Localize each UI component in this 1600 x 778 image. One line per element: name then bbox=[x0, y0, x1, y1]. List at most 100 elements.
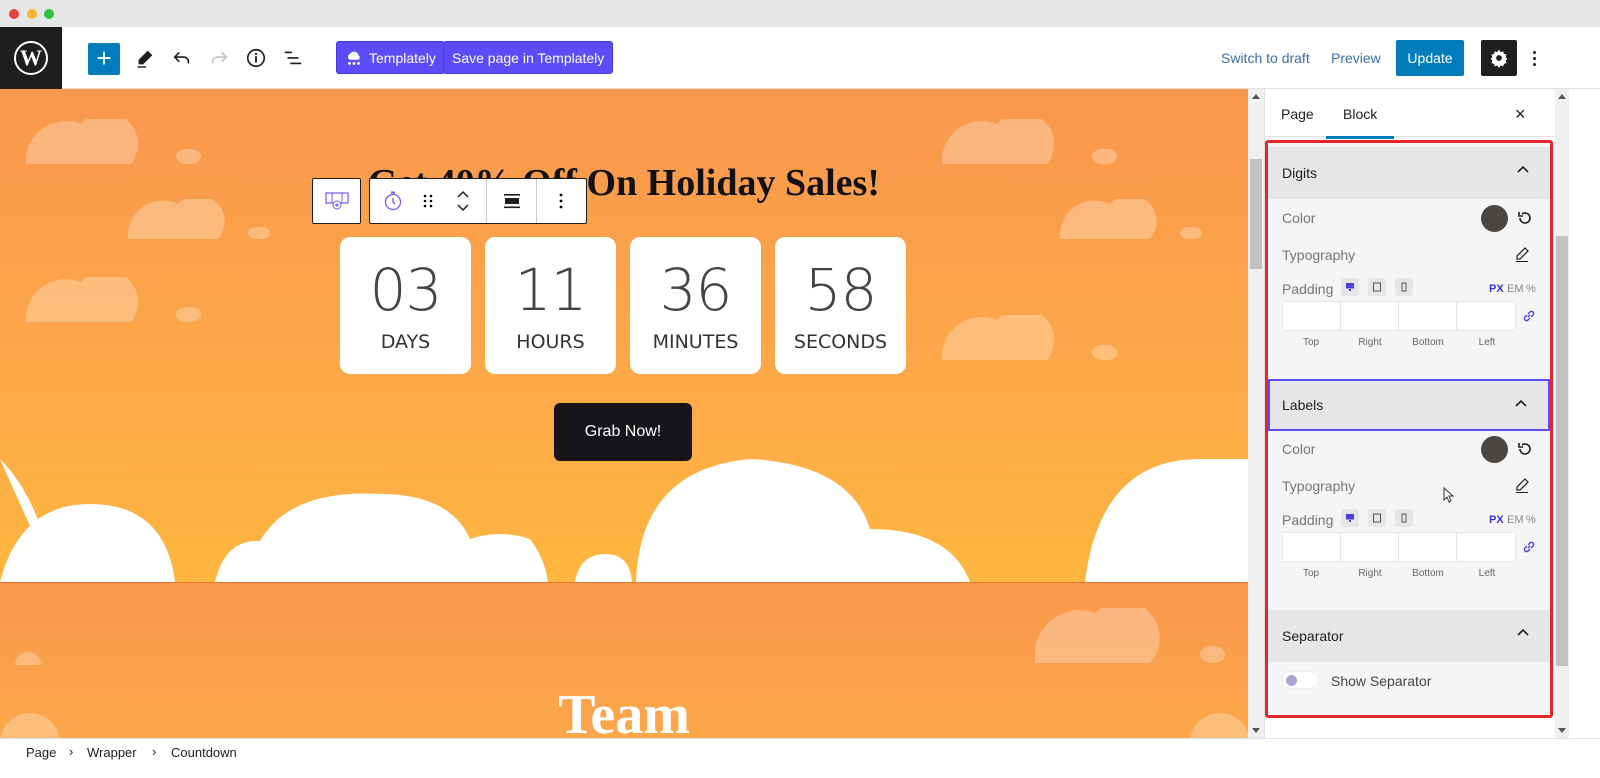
countdown-seconds: 58 SECONDS bbox=[775, 237, 906, 374]
scroll-down-arrow[interactable] bbox=[1252, 728, 1260, 733]
wrapper-block-icon[interactable] bbox=[313, 179, 360, 223]
grab-now-button[interactable]: Grab Now! bbox=[554, 403, 692, 461]
countdown-digit: 11 bbox=[514, 256, 588, 324]
cloud-decoration bbox=[942, 119, 1117, 164]
scroll-up-arrow[interactable] bbox=[1252, 94, 1260, 99]
cloud-decoration bbox=[15, 652, 41, 665]
show-separator-toggle[interactable] bbox=[1282, 671, 1318, 689]
countdown-block[interactable]: 03 DAYS 11 HOURS 36 MINUTES 58 SECONDS bbox=[340, 237, 906, 374]
reset-icon[interactable] bbox=[1517, 441, 1533, 457]
digits-section-header[interactable]: Digits bbox=[1268, 147, 1550, 199]
breadcrumb-item[interactable]: Wrapper bbox=[87, 745, 137, 760]
labels-section-header[interactable]: Labels bbox=[1268, 379, 1550, 431]
move-down-icon[interactable] bbox=[456, 204, 470, 212]
window-close-button[interactable] bbox=[9, 9, 19, 19]
countdown-digit: 36 bbox=[659, 256, 733, 324]
padding-left-input[interactable] bbox=[1457, 302, 1515, 330]
breadcrumb-item[interactable]: Countdown bbox=[171, 745, 237, 760]
undo-icon[interactable] bbox=[168, 44, 196, 72]
padding-caption: Top bbox=[1302, 568, 1320, 579]
unit-em[interactable]: EM bbox=[1507, 283, 1524, 295]
breadcrumb-item[interactable]: Page bbox=[26, 745, 56, 760]
padding-bottom-input[interactable] bbox=[1399, 302, 1457, 330]
unit-percent[interactable]: % bbox=[1526, 283, 1536, 295]
padding-caption: Bottom bbox=[1412, 337, 1444, 348]
chevron-up-icon bbox=[1515, 399, 1527, 407]
hero-heading[interactable]: Get 40% Off On Holiday Sales! bbox=[0, 161, 1248, 205]
settings-button[interactable] bbox=[1481, 40, 1517, 76]
block-parent-selector[interactable] bbox=[312, 178, 361, 224]
scrollbar-thumb[interactable] bbox=[1250, 159, 1262, 269]
unit-px[interactable]: PX bbox=[1489, 283, 1504, 295]
tablet-icon[interactable] bbox=[1368, 278, 1386, 296]
redo-icon[interactable] bbox=[205, 44, 233, 72]
padding-caption: Right bbox=[1358, 568, 1382, 579]
block-options-button[interactable] bbox=[536, 179, 584, 223]
window-maximize-button[interactable] bbox=[44, 9, 54, 19]
scroll-down-arrow[interactable] bbox=[1558, 728, 1566, 733]
reset-icon[interactable] bbox=[1517, 210, 1533, 226]
sidebar-tabs: Page Block × bbox=[1265, 89, 1555, 139]
edit-typography-icon[interactable] bbox=[1514, 477, 1530, 493]
countdown-digit: 58 bbox=[804, 256, 878, 324]
unit-em[interactable]: EM bbox=[1507, 514, 1524, 526]
save-in-templately-button[interactable]: Save page in Templately bbox=[443, 41, 614, 74]
sidebar-scrollbar[interactable] bbox=[1555, 89, 1569, 738]
padding-caption: Right bbox=[1358, 337, 1382, 348]
padding-left-input[interactable] bbox=[1457, 533, 1515, 561]
unit-percent[interactable]: % bbox=[1526, 514, 1536, 526]
cloud-decoration bbox=[942, 315, 1117, 360]
padding-right-input[interactable] bbox=[1341, 302, 1399, 330]
scroll-up-arrow[interactable] bbox=[1558, 94, 1566, 99]
typography-label: Typography bbox=[1282, 247, 1356, 263]
link-values-icon[interactable] bbox=[1522, 309, 1536, 323]
wordpress-icon: W bbox=[14, 41, 48, 75]
tab-block[interactable]: Block bbox=[1325, 106, 1395, 139]
drag-handle-icon[interactable] bbox=[416, 179, 440, 223]
unit-px[interactable]: PX bbox=[1489, 514, 1504, 526]
canvas-scrollbar[interactable] bbox=[1248, 89, 1264, 738]
color-label: Color bbox=[1282, 441, 1316, 457]
link-values-icon[interactable] bbox=[1522, 540, 1536, 554]
countdown-label: SECONDS bbox=[793, 331, 888, 353]
add-block-button[interactable]: + bbox=[88, 43, 120, 75]
desktop-icon[interactable] bbox=[1341, 509, 1359, 527]
preview-button[interactable]: Preview bbox=[1331, 50, 1381, 66]
padding-top-input[interactable] bbox=[1283, 302, 1341, 330]
move-block-controls bbox=[440, 179, 486, 223]
white-clouds-decoration bbox=[0, 459, 1248, 582]
labels-color-swatch[interactable] bbox=[1481, 436, 1508, 463]
mobile-icon[interactable] bbox=[1395, 278, 1413, 296]
info-icon[interactable] bbox=[242, 44, 270, 72]
templately-label: Templately bbox=[369, 49, 436, 66]
padding-right-input[interactable] bbox=[1341, 533, 1399, 561]
desktop-icon[interactable] bbox=[1341, 278, 1359, 296]
close-sidebar-button[interactable]: × bbox=[1515, 104, 1526, 125]
scrollbar-thumb[interactable] bbox=[1556, 236, 1568, 666]
switch-to-draft-button[interactable]: Switch to draft bbox=[1221, 50, 1310, 66]
digits-color-swatch[interactable] bbox=[1481, 205, 1508, 232]
padding-top-input[interactable] bbox=[1283, 533, 1341, 561]
padding-bottom-input[interactable] bbox=[1399, 533, 1457, 561]
wordpress-logo-button[interactable]: W bbox=[0, 27, 62, 89]
templately-button[interactable]: Templately bbox=[336, 41, 445, 74]
move-up-icon[interactable] bbox=[456, 190, 470, 198]
tab-page[interactable]: Page bbox=[1281, 106, 1314, 122]
tablet-icon[interactable] bbox=[1368, 509, 1386, 527]
separator-section-header[interactable]: Separator bbox=[1268, 610, 1550, 662]
editor-top-toolbar: W + Templately Save page in Templately S… bbox=[0, 27, 1600, 89]
countdown-label: HOURS bbox=[516, 331, 585, 353]
align-button[interactable] bbox=[486, 179, 536, 223]
more-options-button[interactable] bbox=[1526, 45, 1542, 71]
countdown-block-icon[interactable] bbox=[370, 179, 416, 223]
mobile-icon[interactable] bbox=[1395, 509, 1413, 527]
block-breadcrumb: Page › Wrapper › Countdown bbox=[0, 738, 1600, 778]
list-view-icon[interactable] bbox=[279, 44, 307, 72]
window-minimize-button[interactable] bbox=[27, 9, 37, 19]
edit-pencil-icon[interactable] bbox=[131, 44, 159, 72]
edit-typography-icon[interactable] bbox=[1514, 246, 1530, 262]
padding-caption: Left bbox=[1478, 568, 1496, 579]
team-heading[interactable]: Team bbox=[0, 683, 1248, 738]
update-button[interactable]: Update bbox=[1396, 40, 1464, 76]
breadcrumb-separator-icon: › bbox=[152, 744, 157, 759]
